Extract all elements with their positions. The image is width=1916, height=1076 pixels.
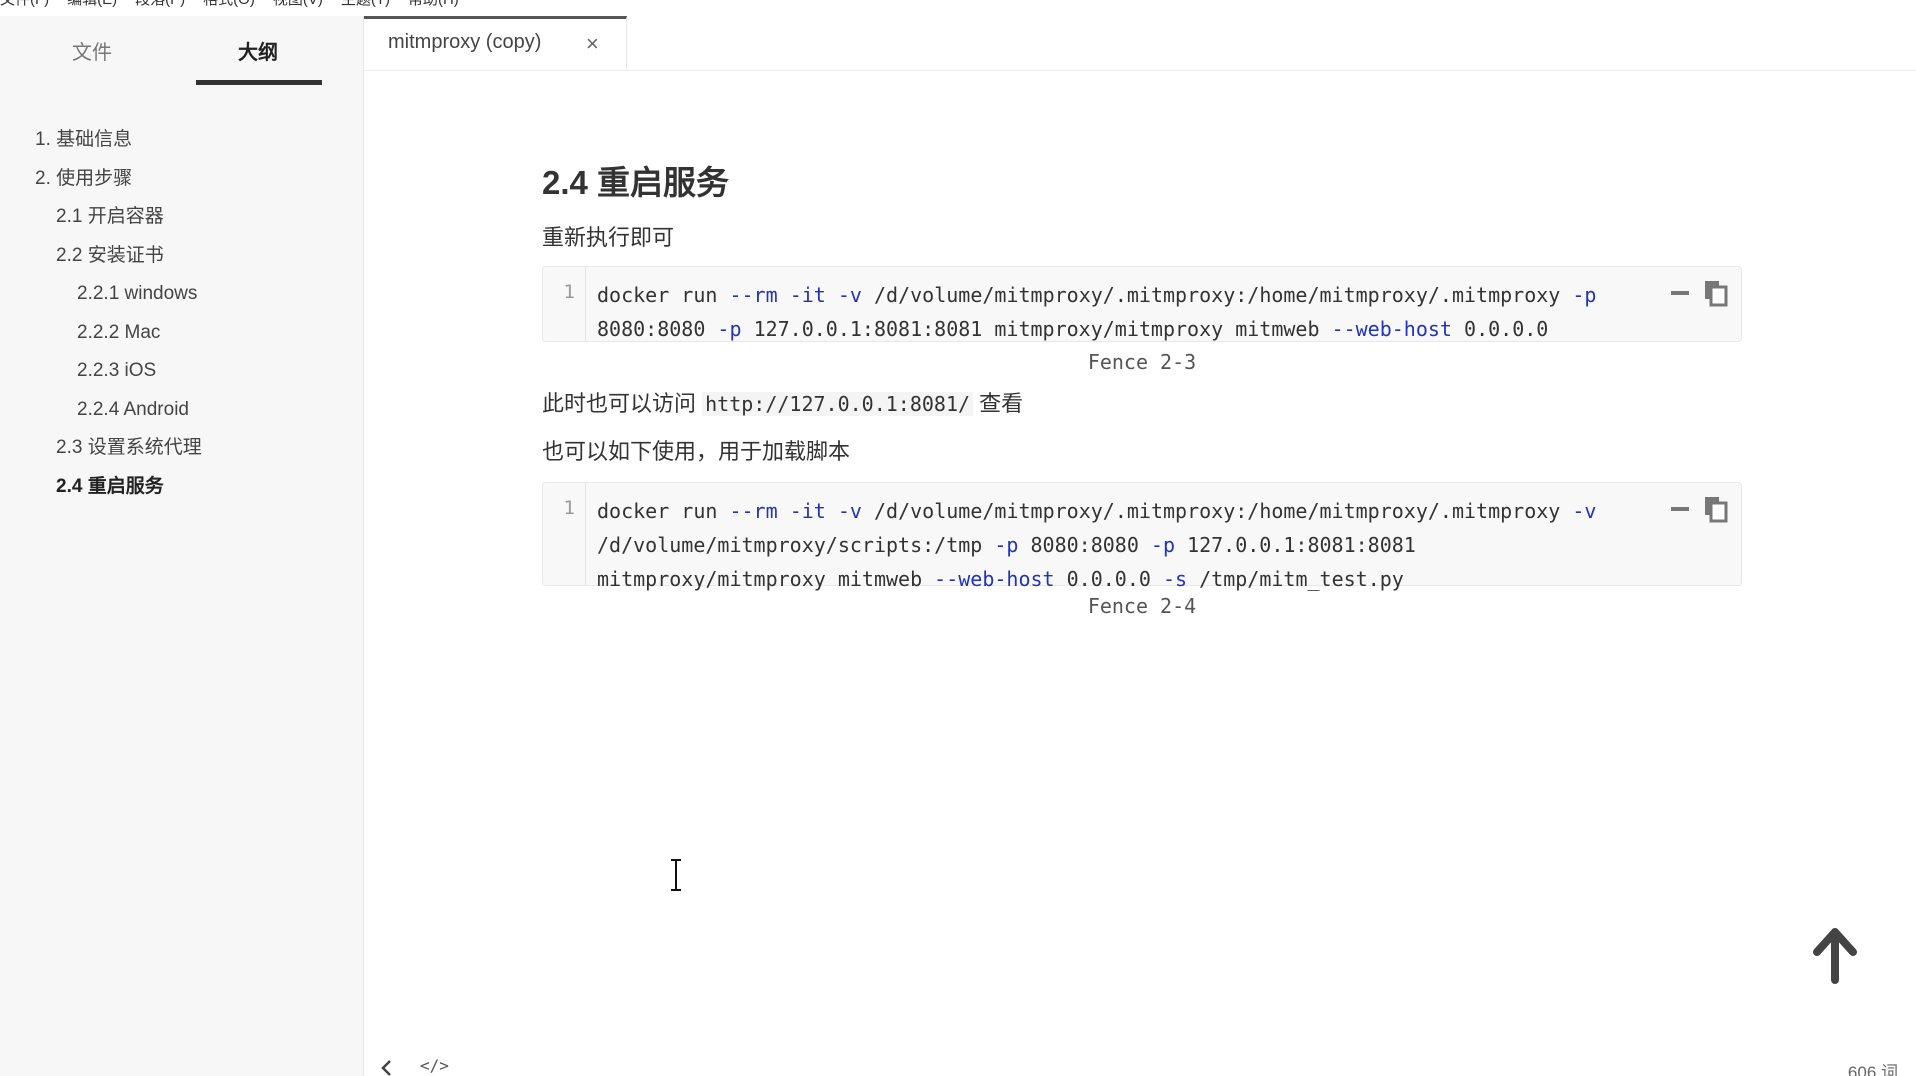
code-text[interactable]: docker run --rm -it -v /d/volume/mitmpro… xyxy=(597,494,1677,596)
chevron-left-icon[interactable] xyxy=(380,1058,394,1076)
copy-icon[interactable] xyxy=(1703,495,1729,523)
menu-view[interactable]: 视图(V) xyxy=(273,0,323,16)
outline-list: 1. 基础信息 2. 使用步骤 2.1 开启容器 2.2 安装证书 2.2.1 wind… xyxy=(0,121,363,506)
sidebar-tabs: 文件 大纲 xyxy=(0,16,363,86)
outline-item[interactable]: 2.2.3 iOS xyxy=(0,352,363,391)
text-cursor-icon xyxy=(671,859,681,891)
tab-outline[interactable]: 大纲 xyxy=(238,36,278,65)
menu-help[interactable]: 帮助(H) xyxy=(408,0,459,16)
code-line: 8080:8080 -p 127.0.0.1:8081:8081 mitmpro… xyxy=(597,317,1549,341)
code-line: docker run --rm -it -v /d/volume/mitmpro… xyxy=(597,499,1597,523)
arrow-up-icon[interactable] xyxy=(1813,928,1857,984)
code-caption: Fence 2-4 xyxy=(1087,594,1197,618)
paragraph-text: 此时也可以访问 xyxy=(542,391,703,416)
source-code-toggle[interactable]: </> xyxy=(420,1056,449,1075)
collapse-icon[interactable] xyxy=(1671,291,1689,295)
code-text[interactable]: docker run --rm -it -v /d/volume/mitmpro… xyxy=(597,278,1677,346)
outline-item[interactable]: 2. 使用步骤 xyxy=(0,160,363,199)
paragraph: 也可以如下使用，用于加载脚本 xyxy=(542,439,851,464)
close-tab-icon[interactable]: × xyxy=(586,31,599,57)
tab-files[interactable]: 文件 xyxy=(72,36,112,65)
word-count[interactable]: 606 词 xyxy=(1848,1058,1898,1076)
outline-item[interactable]: 2.2.4 Android xyxy=(0,391,363,430)
app-window: 文件(F) 编辑(E) 段落(P) 格式(O) 视图(V) 主题(T) 帮助(H… xyxy=(0,0,1916,1076)
outline-item[interactable]: 2.3 设置系统代理 xyxy=(0,429,363,468)
copy-icon[interactable] xyxy=(1703,279,1729,307)
line-number-gutter: 1 xyxy=(543,267,586,341)
outline-item[interactable]: 2.1 开启容器 xyxy=(0,198,363,237)
outline-item[interactable]: 2.2.2 Mac xyxy=(0,314,363,353)
code-line: mitmproxy/mitmproxy mitmweb --web-host 0… xyxy=(597,567,1404,591)
document-tab-title: mitmproxy (copy) xyxy=(388,31,542,53)
line-number: 1 xyxy=(563,281,575,303)
status-bar: </> 606 词 xyxy=(364,1048,1916,1076)
outline-item[interactable]: 2.2.1 windows xyxy=(0,275,363,314)
code-caption: Fence 2-3 xyxy=(1087,350,1197,374)
outline-item[interactable]: 1. 基础信息 xyxy=(0,121,363,160)
line-number-gutter: 1 xyxy=(543,483,586,585)
menu-edit[interactable]: 编辑(E) xyxy=(67,0,117,16)
tab-active-indicator xyxy=(196,80,322,85)
menu-paragraph[interactable]: 段落(P) xyxy=(135,0,185,16)
code-block[interactable]: 1 docker run --rm -it -v /d/volume/mitmp… xyxy=(542,266,1742,342)
code-line: docker run --rm -it -v /d/volume/mitmpro… xyxy=(597,283,1597,307)
section-heading: 2.4 重启服务 xyxy=(542,164,730,201)
inline-code-url[interactable]: http://127.0.0.1:8081/ xyxy=(702,392,974,416)
paragraph-text: 查看 xyxy=(973,391,1024,416)
outline-item[interactable]: 2.2 安装证书 xyxy=(0,237,363,276)
line-number: 1 xyxy=(563,497,575,519)
code-block[interactable]: 1 docker run --rm -it -v /d/volume/mitmp… xyxy=(542,482,1742,591)
paragraph-with-url: 此时也可以访问 http://127.0.0.1:8081/ 查看 xyxy=(542,386,1023,418)
collapse-icon[interactable] xyxy=(1671,507,1689,511)
paragraph: 重新执行即可 xyxy=(542,225,675,250)
editor-area: mitmproxy (copy) × 2.4 重启服务 重新执行即可 1 doc… xyxy=(364,16,1916,1076)
menu-file[interactable]: 文件(F) xyxy=(0,0,49,16)
tab-bar: mitmproxy (copy) × xyxy=(364,16,1916,71)
sidebar: 文件 大纲 1. 基础信息 2. 使用步骤 2.1 开启容器 2.2 安装证书 2.2.… xyxy=(0,16,364,1076)
document-tab[interactable]: mitmproxy (copy) × xyxy=(364,16,627,70)
menu-bar: 文件(F) 编辑(E) 段落(P) 格式(O) 视图(V) 主题(T) 帮助(H… xyxy=(0,0,1916,16)
menu-theme[interactable]: 主题(T) xyxy=(341,0,390,16)
code-line: /d/volume/mitmproxy/scripts:/tmp -p 8080… xyxy=(597,533,1416,557)
outline-item[interactable]: 2.4 重启服务 xyxy=(0,468,363,507)
menu-format[interactable]: 格式(O) xyxy=(203,0,255,16)
